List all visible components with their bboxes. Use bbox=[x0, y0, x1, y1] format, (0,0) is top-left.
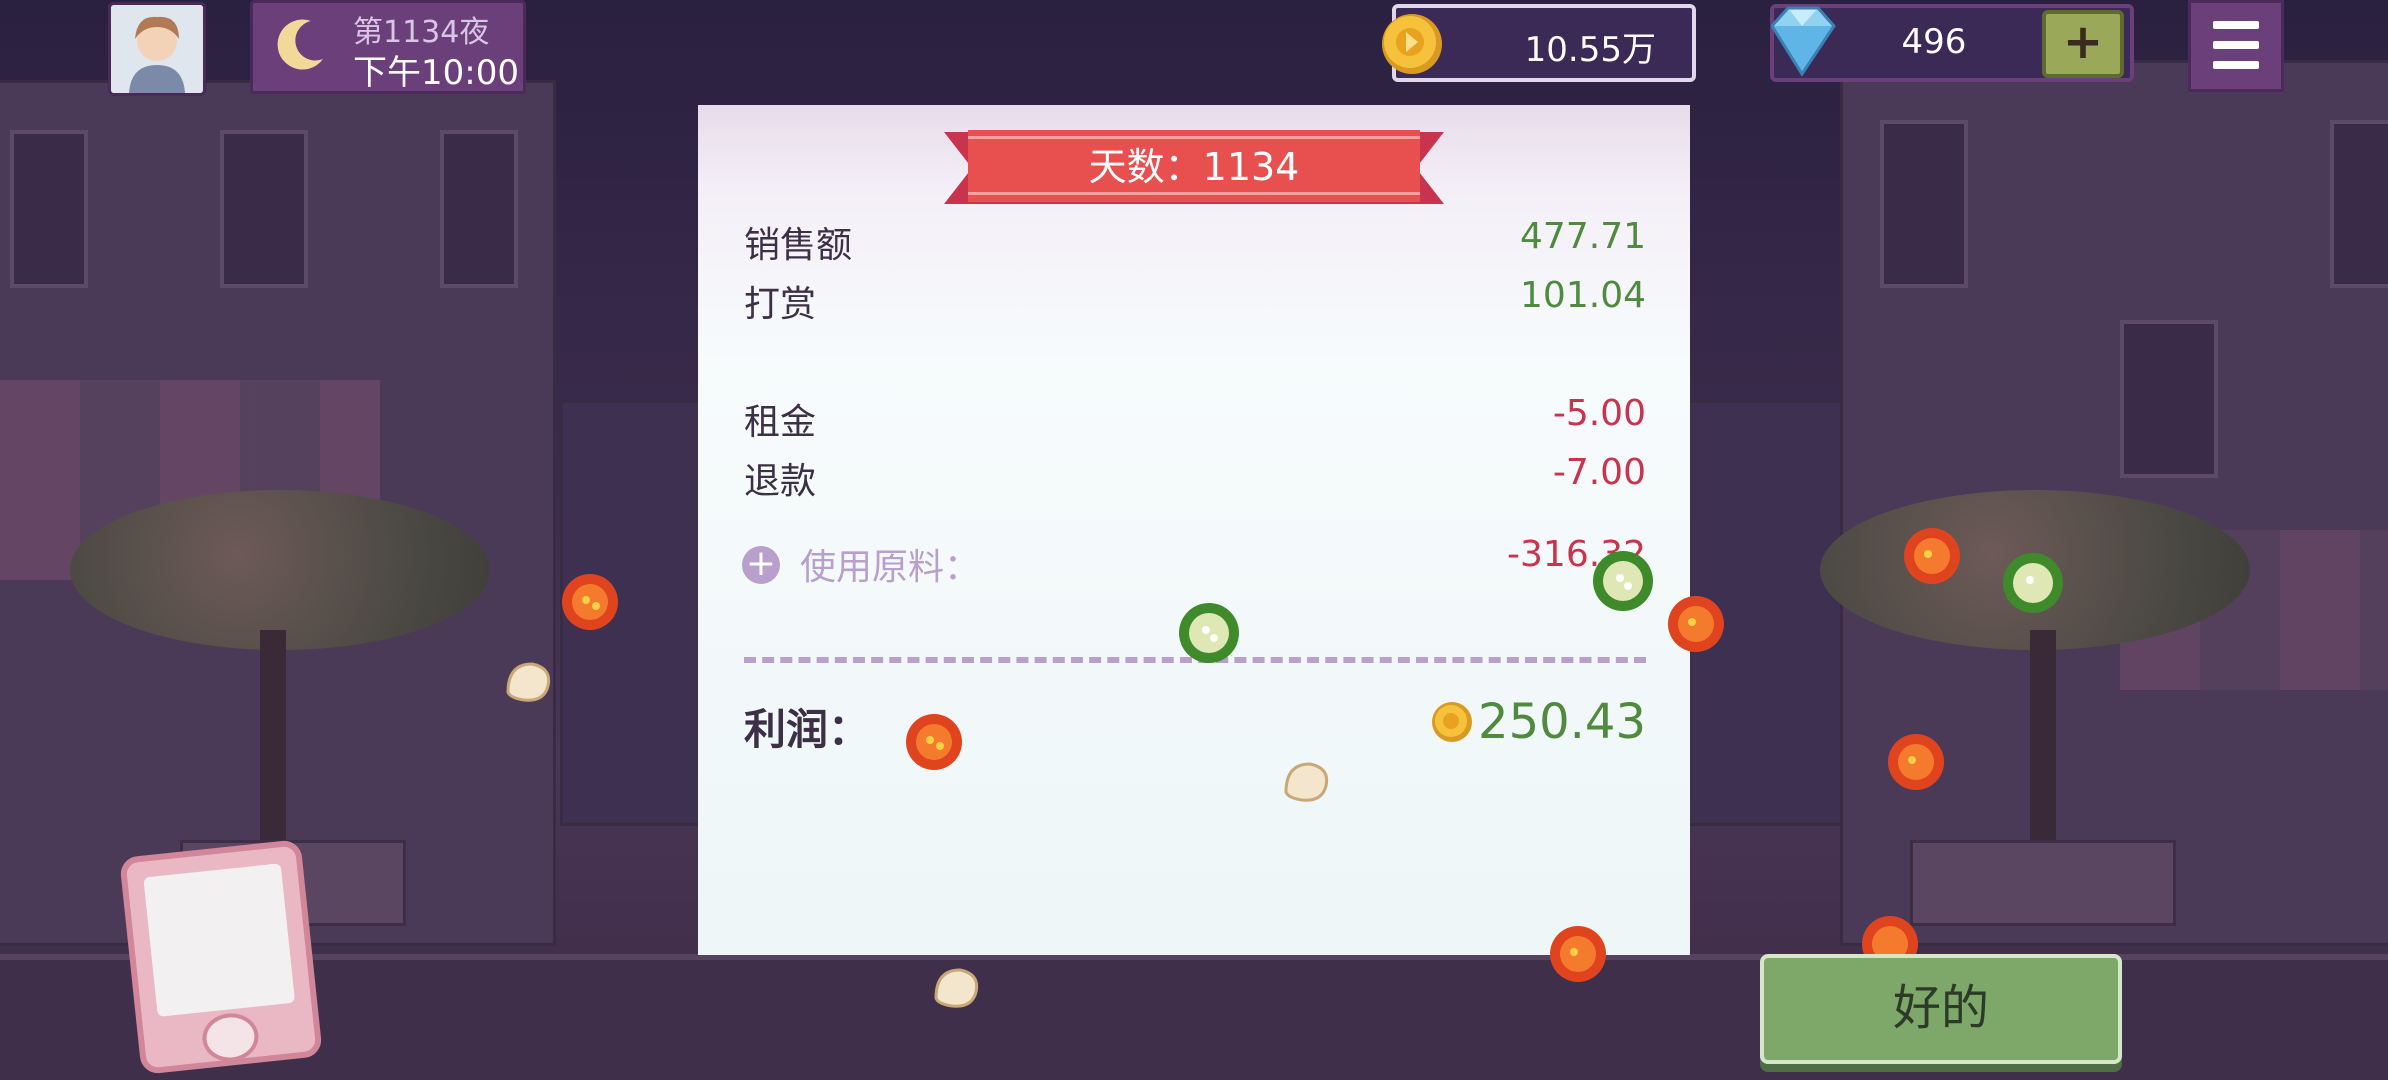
clock-time: 下午10:00 bbox=[353, 53, 519, 93]
ok-button[interactable]: 好的 bbox=[1760, 954, 2122, 1064]
ingredients-label: 使用原料： bbox=[800, 547, 981, 588]
hamburger-menu-icon bbox=[2213, 21, 2259, 29]
tablet-screen bbox=[143, 863, 296, 1017]
expand-ingredients-button[interactable]: + bbox=[742, 546, 780, 584]
building-window bbox=[2330, 120, 2388, 288]
tips-label: 打赏 bbox=[744, 284, 817, 325]
tomato-slice-icon bbox=[906, 714, 962, 770]
rent-value: -5.00 bbox=[1552, 393, 1646, 434]
building-window bbox=[220, 130, 308, 288]
tree-trunk bbox=[2030, 630, 2056, 850]
garlic-clove-icon bbox=[506, 662, 551, 702]
garlic-clove-icon bbox=[934, 968, 979, 1008]
tomato-slice-icon bbox=[1668, 596, 1724, 652]
tomato-slice-icon bbox=[1904, 528, 1960, 584]
add-gems-button[interactable]: + bbox=[2042, 10, 2124, 78]
building-window bbox=[2120, 320, 2218, 478]
garlic-clove-icon bbox=[1284, 762, 1329, 802]
building-window bbox=[1880, 120, 1968, 288]
recipe-tablet-button[interactable] bbox=[119, 839, 323, 1075]
coin-icon bbox=[1382, 14, 1442, 74]
rent-label: 租金 bbox=[744, 402, 817, 443]
hamburger-menu-icon bbox=[2213, 61, 2259, 69]
coin-icon bbox=[1432, 702, 1472, 742]
receipt-torn-edge bbox=[698, 880, 1690, 942]
profit-value: 250.43 bbox=[1478, 694, 1646, 750]
building-window bbox=[440, 130, 518, 288]
gem-icon bbox=[1770, 6, 1836, 77]
planter-box bbox=[1910, 840, 2176, 926]
day-banner-text: 天数：1134 bbox=[1088, 145, 1300, 189]
night-time-panel: 第1134夜 下午10:00 bbox=[250, 0, 526, 94]
tablet-home-button bbox=[200, 1010, 261, 1065]
tips-value: 101.04 bbox=[1520, 275, 1646, 316]
gem-balance: 496 bbox=[1901, 22, 1967, 62]
chef-portrait-icon bbox=[111, 5, 203, 93]
tomato-slice-icon bbox=[1888, 734, 1944, 790]
jalapeno-slice-icon bbox=[1593, 551, 1653, 611]
refund-value: -7.00 bbox=[1552, 452, 1646, 493]
refund-label: 退款 bbox=[744, 461, 817, 502]
player-avatar[interactable] bbox=[108, 2, 206, 96]
jalapeno-slice-icon bbox=[1179, 603, 1239, 663]
hamburger-menu-icon bbox=[2213, 41, 2259, 49]
tree-canopy bbox=[70, 490, 490, 650]
sales-value: 477.71 bbox=[1520, 216, 1646, 257]
sales-label: 销售额 bbox=[744, 225, 853, 266]
jalapeno-slice-icon bbox=[2003, 553, 2063, 613]
building-window bbox=[10, 130, 88, 288]
tomato-slice-icon bbox=[562, 574, 618, 630]
profit-label: 利润： bbox=[744, 705, 871, 754]
moon-icon bbox=[277, 19, 323, 70]
menu-button[interactable] bbox=[2188, 0, 2284, 92]
tomato-slice-icon bbox=[1550, 926, 1606, 982]
tree-trunk bbox=[260, 630, 286, 850]
